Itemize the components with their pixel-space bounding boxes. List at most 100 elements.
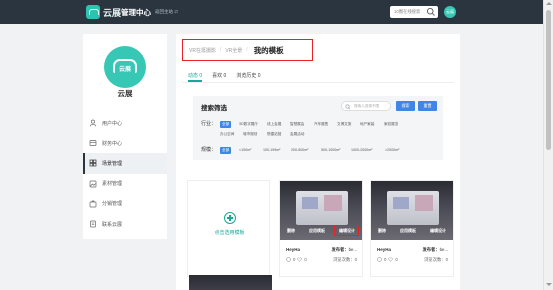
add-template-card[interactable]: 点击选用模板 [187, 180, 270, 277]
industry-chip[interactable]: 家纺展览 [384, 121, 398, 128]
back-to-site-link[interactable]: 返回主站 ⇄ [155, 9, 178, 15]
logo[interactable]: 云展 [86, 5, 121, 19]
material-icon [89, 180, 97, 188]
template-thumbnail[interactable]: 删除 应用模板 编辑设计 [371, 181, 453, 240]
comment-icon[interactable] [388, 257, 394, 262]
template-publisher: 发布者：be... [422, 247, 448, 253]
industry-chip[interactable]: 城市规划 [243, 131, 257, 138]
scale-label: 规模： [201, 147, 217, 153]
scale-chip[interactable]: >2000m² [385, 147, 399, 154]
sidebar-item-label: 用户中心 [102, 120, 123, 127]
industry-chip[interactable]: 办公空间 [220, 131, 234, 138]
reset-button[interactable]: 重置 [418, 101, 437, 111]
sidebar-item-label: 财务中心 [102, 140, 123, 147]
sidebar-item-scene-management[interactable]: 场景管理 [83, 153, 167, 174]
industry-chip[interactable]: 汽车展售 [314, 121, 328, 128]
delete-button[interactable]: 删除 [287, 228, 295, 234]
tab-vr-panorama[interactable]: VR全景 [225, 47, 242, 54]
industry-chip[interactable]: 地产家装 [360, 121, 374, 128]
template-card[interactable]: 删除 应用模板 编辑设计 HeyHa 发布者：be... 0 0 浏览次数：0 [279, 180, 363, 277]
template-stats: 0 0 [377, 257, 398, 262]
edit-design-highlight [334, 225, 359, 236]
subtab-likes[interactable]: 喜欢 0 [212, 72, 226, 79]
scroll-up-arrow-icon[interactable] [546, 2, 552, 5]
scale-chip[interactable]: 500-1000m² [321, 147, 340, 154]
tab-vr-photography[interactable]: VR在逛摄影 [189, 47, 216, 54]
industry-chip[interactable]: 院建站馆 [267, 131, 281, 138]
publisher-label: 发布者： [331, 247, 349, 252]
template-thumbnail[interactable]: 删除 应用模板 编辑设计 [280, 181, 362, 240]
like-icon[interactable] [377, 257, 382, 262]
plus-icon [224, 212, 236, 224]
comment-count: 0 [304, 257, 307, 262]
template-publisher: 发布者：be... [331, 247, 357, 253]
scale-chip[interactable]: <100m² [239, 147, 251, 154]
industry-chip[interactable]: 3D数字展厅 [239, 121, 258, 128]
user-icon [89, 119, 97, 127]
filter-panel: 搜索筛选 搜索人选择不限 搜索 重置 行业： 全部 3D数字展厅 线上会展 智慧… [193, 96, 443, 160]
booth-preview [387, 191, 439, 225]
like-count: 0 [384, 257, 387, 262]
apply-template-button[interactable]: 应用模板 [309, 228, 325, 234]
scroll-thumb[interactable] [546, 10, 551, 150]
sidebar: 云展 云展 用户中心 财务中心 场景管理 素材管理 分销管理 联系云展 [83, 34, 167, 239]
sidebar-item-label: 联系云展 [102, 221, 123, 228]
industry-chip[interactable]: 全部 [220, 120, 232, 128]
edit-design-button[interactable]: 编辑设计 [430, 228, 446, 234]
tab-separator: / [246, 47, 248, 53]
industry-chip[interactable]: 智慧展会 [290, 121, 304, 128]
scale-chip[interactable]: 全部 [220, 146, 232, 154]
sidebar-item-material-management[interactable]: 素材管理 [83, 174, 167, 194]
search-icon [345, 103, 351, 109]
sidebar-item-label: 场景管理 [102, 160, 123, 167]
sidebar-item-label: 分销管理 [102, 201, 123, 208]
page-scrollbar[interactable] [543, 0, 553, 290]
comment-icon[interactable] [297, 257, 303, 262]
publisher-value: be... [348, 247, 357, 252]
sidebar-item-finance-center[interactable]: 财务中心 [83, 133, 167, 153]
search-icon[interactable] [426, 7, 436, 17]
logo-text: 云展 [103, 7, 122, 18]
switch-icon: ⇄ [174, 9, 179, 14]
like-icon[interactable] [286, 257, 291, 262]
template-card-partial[interactable] [189, 275, 272, 290]
subtab-activity[interactable]: 动态 0 [188, 72, 202, 79]
sidebar-item-contact[interactable]: 联系云展 [83, 214, 167, 234]
search-button[interactable]: 搜索 [396, 101, 415, 111]
like-count: 0 [293, 257, 296, 262]
apply-template-button[interactable]: 应用模板 [400, 228, 416, 234]
industry-chip[interactable]: 线上会展 [267, 121, 281, 128]
divider [182, 82, 454, 83]
scale-chip[interactable]: 200-500m² [291, 147, 308, 154]
logo-icon [86, 5, 100, 19]
subtab-history[interactable]: 浏览历史 0 [236, 72, 260, 79]
delete-button[interactable]: 删除 [378, 228, 386, 234]
profile-name: 云展 [117, 89, 133, 98]
industry-chip[interactable]: 文博文旅 [337, 121, 351, 128]
scroll-down-arrow-icon[interactable] [546, 283, 552, 286]
top-bar: 云展 管理中心 返回主站 ⇄ 10圈在线搜索 云展 [0, 0, 543, 24]
distribution-icon [89, 200, 97, 208]
publisher-label: 发布者： [422, 247, 440, 252]
publisher-value: be... [439, 247, 448, 252]
view-count: 浏览次数：0 [333, 257, 357, 262]
sidebar-item-user-center[interactable]: 用户中心 [83, 113, 167, 133]
template-card[interactable]: 删除 应用模板 编辑设计 HeyHa 发布者：be... 0 0 浏览次数：0 [370, 180, 454, 277]
main-panel: VR在逛摄影 / VR全景 / 我的模板 动态 0 喜欢 0 浏览历史 0 搜索… [176, 34, 460, 290]
sub-tabs: 动态 0 喜欢 0 浏览历史 0 [188, 72, 261, 79]
template-name: HeyHa [286, 247, 301, 252]
top-tabs: VR在逛摄影 / VR全景 / 我的模板 [182, 39, 313, 61]
scale-chip[interactable]: 1000-2000m² [351, 147, 372, 154]
back-to-site-label: 返回主站 [155, 9, 173, 14]
scale-chip[interactable]: 100-199m² [263, 147, 280, 154]
tab-separator: / [219, 47, 222, 53]
industry-chip[interactable]: 会展活动 [290, 131, 304, 138]
card-actions: 删除 应用模板 编辑设计 [371, 228, 453, 234]
tab-my-templates[interactable]: 我的模板 [254, 45, 284, 56]
avatar[interactable]: 云展 [444, 6, 456, 18]
sidebar-item-distribution-management[interactable]: 分销管理 [83, 194, 167, 214]
add-template-label: 点击选用模板 [214, 230, 245, 236]
page-title: 管理中心 [121, 8, 151, 17]
contact-icon [90, 220, 96, 228]
profile-logo: 云展 [104, 46, 146, 88]
